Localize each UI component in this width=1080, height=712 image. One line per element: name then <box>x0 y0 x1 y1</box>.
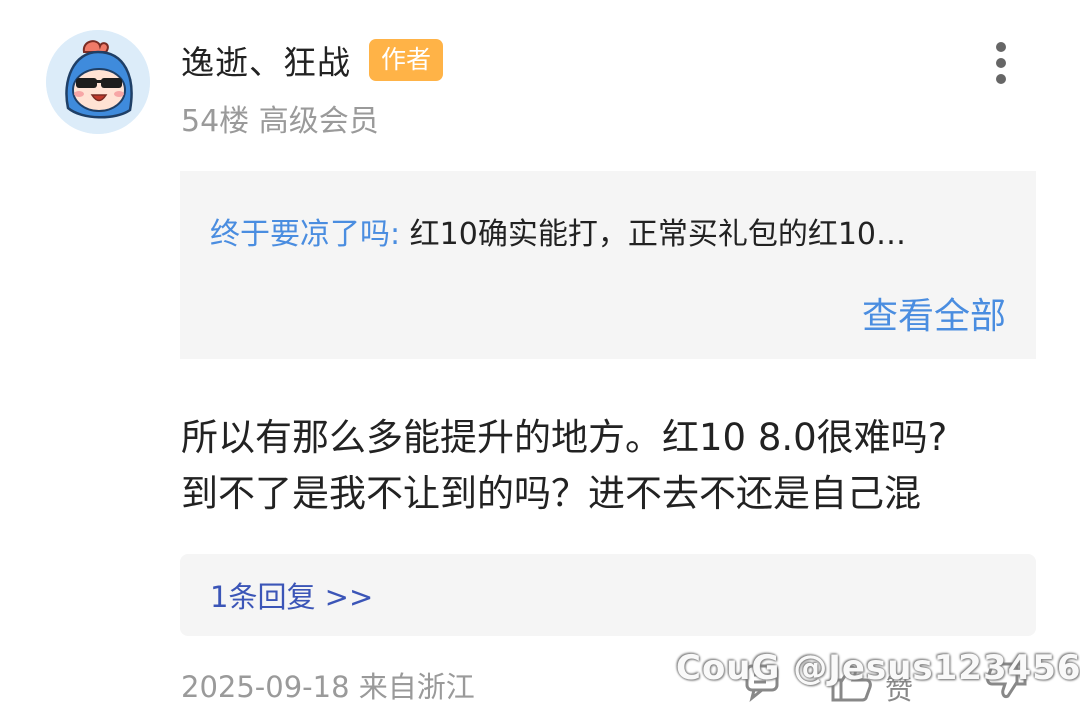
post-content: 所以有那么多能提升的地方。红10 8.0很难吗? 到不了是我不让到的吗？进不去不… <box>181 410 1031 522</box>
quote-text: 红10确实能打，正常买礼包的红10… <box>400 217 906 252</box>
avatar[interactable] <box>46 30 150 134</box>
more-vertical-icon[interactable] <box>985 38 1017 88</box>
quote-username[interactable]: 终于要凉了吗: <box>210 217 400 252</box>
reply-count-link[interactable]: 1条回复 >> <box>210 574 373 616</box>
quote-box[interactable]: 终于要凉了吗: 红10确实能打，正常买礼包的红10… 查看全部 <box>180 171 1036 359</box>
reply-box[interactable]: 1条回复 >> <box>180 554 1036 636</box>
floor-meta: 54楼 高级会员 <box>181 104 379 139</box>
author-badge: 作者 <box>369 39 444 81</box>
cartoon-avatar-icon <box>46 30 150 134</box>
content-line: 到不了是我不让到的吗？进不去不还是自己混 <box>181 472 921 515</box>
quote-line: 终于要凉了吗: 红10确实能打，正常买礼包的红10… <box>210 209 906 253</box>
date-location: 2025-09-18 来自浙江 <box>181 670 475 704</box>
author-name[interactable]: 逸逝、狂战 <box>181 36 351 84</box>
watermark: CouG @Jesus123456 <box>676 648 1080 688</box>
content-line: 所以有那么多能提升的地方。红10 8.0很难吗? <box>181 416 948 459</box>
author-row: 逸逝、狂战 作者 <box>181 36 444 84</box>
view-all-link[interactable]: 查看全部 <box>862 287 1006 339</box>
